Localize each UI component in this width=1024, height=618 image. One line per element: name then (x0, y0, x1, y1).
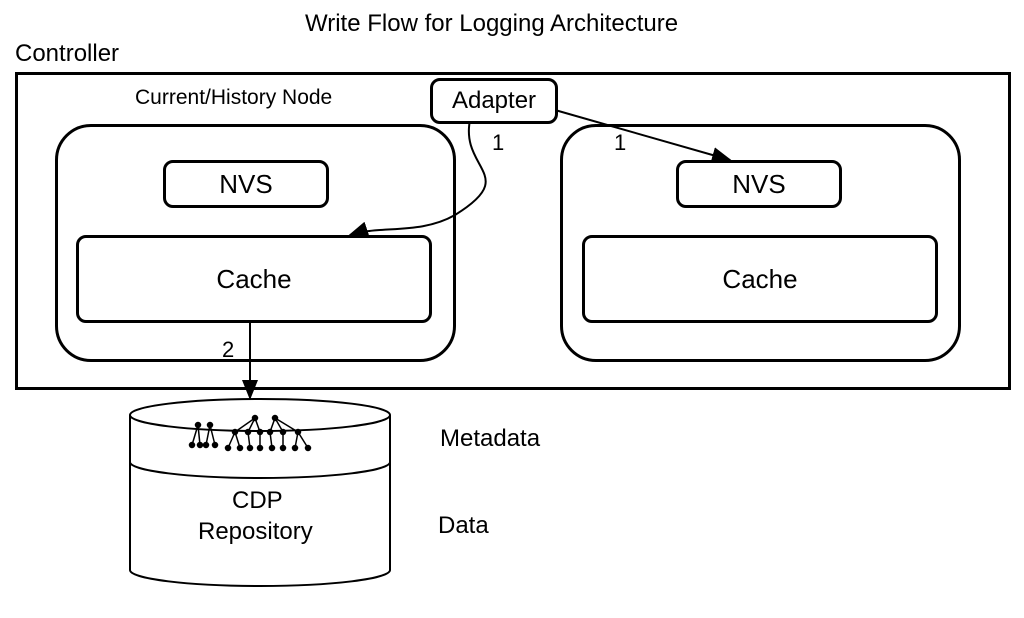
adapter-box: Adapter (430, 78, 558, 124)
